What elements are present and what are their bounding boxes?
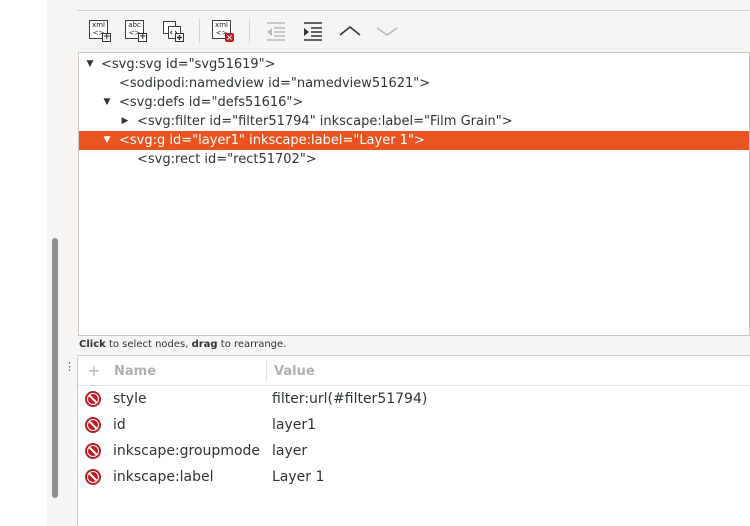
hint-text: to select nodes, [105, 339, 192, 350]
tree-node-label: <svg:svg id="svg51619"> [101, 57, 276, 72]
attribute-value[interactable]: layer1 [272, 412, 316, 438]
expander-right-icon[interactable]: ▶ [119, 112, 131, 131]
xml-toolbar: xml <> + abc <> + xml <> × [77, 11, 750, 51]
toolbar-separator [199, 19, 200, 43]
attribute-name[interactable]: id [113, 412, 126, 438]
scrollbar-thumb[interactable] [52, 238, 58, 498]
pane-resize-grip-icon[interactable]: ⋮ [64, 361, 75, 372]
tree-node[interactable]: <svg:rect id="rect51702"> [79, 150, 749, 169]
expander-down-icon[interactable]: ▼ [101, 131, 113, 150]
tree-node-label: <svg:g id="layer1" inkscape:label="Layer… [119, 133, 425, 148]
attribute-name[interactable]: inkscape:groupmode [113, 438, 260, 464]
attribute-value[interactable]: layer [272, 438, 307, 464]
new-text-node-button[interactable]: abc <> + [122, 17, 150, 45]
new-element-node-icon: xml <> + [89, 20, 111, 42]
delete-attribute-icon[interactable] [85, 417, 101, 433]
hint-click: Click [79, 339, 106, 350]
new-text-node-icon: abc <> + [125, 20, 147, 42]
column-header-name[interactable]: Name [114, 364, 156, 379]
attributes-header: + Name Value [78, 357, 750, 386]
column-header-value[interactable]: Value [274, 364, 315, 379]
delete-attribute-icon[interactable] [85, 443, 101, 459]
tree-node[interactable]: ▶ <svg:filter id="filter51794" inkscape:… [79, 112, 749, 131]
duplicate-node-button[interactable] [159, 17, 187, 45]
tree-node-label: <svg:defs id="defs51616"> [119, 95, 304, 110]
lower-node-button[interactable] [373, 17, 401, 45]
attribute-value[interactable]: Layer 1 [272, 464, 324, 490]
indent-icon [304, 22, 322, 41]
column-separator [266, 360, 267, 382]
raise-node-button[interactable] [336, 17, 364, 45]
delete-node-icon: xml <> × [212, 20, 234, 42]
pane-divider[interactable] [77, 355, 750, 356]
unindent-node-button[interactable] [262, 17, 290, 45]
icon-label: xml [92, 21, 105, 29]
hint-drag: drag [191, 339, 218, 350]
attribute-row[interactable]: inkscape:groupmode layer [78, 438, 750, 464]
toolbar-separator [249, 19, 250, 43]
chevron-up-icon [339, 25, 361, 36]
chevron-down-icon [376, 27, 398, 36]
attributes-panel: + Name Value style filter:url(#filter517… [77, 357, 750, 526]
icon-label: xml [215, 21, 228, 29]
delete-node-button[interactable]: xml <> × [209, 17, 237, 45]
attribute-row[interactable]: id layer1 [78, 412, 750, 438]
xml-node-tree[interactable]: ▼ <svg:svg id="svg51619"> <sodipodi:name… [78, 52, 750, 336]
tree-node-label: <svg:rect id="rect51702"> [137, 152, 317, 167]
tree-node-label: <svg:filter id="filter51794" inkscape:la… [137, 114, 513, 129]
delete-attribute-icon[interactable] [85, 391, 101, 407]
expander-down-icon[interactable]: ▼ [84, 55, 96, 74]
indent-node-button[interactable] [299, 17, 327, 45]
tree-node-label: <sodipodi:namedview id="namedview51621"> [119, 76, 431, 91]
tree-hint: Click to select nodes, drag to rearrange… [79, 339, 286, 350]
delete-attribute-icon[interactable] [85, 469, 101, 485]
hint-text: to rearrange. [217, 339, 287, 350]
tree-node[interactable]: ▼ <svg:defs id="defs51616"> [79, 93, 749, 112]
new-element-node-button[interactable]: xml <> + [86, 17, 114, 45]
attribute-name[interactable]: inkscape:label [113, 464, 214, 490]
tree-node-selected[interactable]: ▼ <svg:g id="layer1" inkscape:label="Lay… [79, 131, 749, 150]
expander-down-icon[interactable]: ▼ [101, 93, 113, 112]
tree-node[interactable]: ▼ <svg:svg id="svg51619"> [79, 55, 749, 74]
attribute-name[interactable]: style [113, 386, 147, 412]
tree-node[interactable]: <sodipodi:namedview id="namedview51621"> [79, 74, 749, 93]
xml-editor-panel: xml <> + abc <> + xml <> × ▼ <svg:svg id… [77, 0, 750, 526]
attribute-row[interactable]: inkscape:label Layer 1 [78, 464, 750, 490]
left-gutter [0, 0, 47, 526]
attribute-row[interactable]: style filter:url(#filter51794) [78, 386, 750, 412]
attribute-value[interactable]: filter:url(#filter51794) [272, 386, 427, 412]
add-attribute-icon[interactable]: + [86, 363, 102, 379]
icon-label: abc [128, 21, 141, 29]
duplicate-node-icon [163, 21, 184, 42]
unindent-icon [267, 22, 285, 41]
